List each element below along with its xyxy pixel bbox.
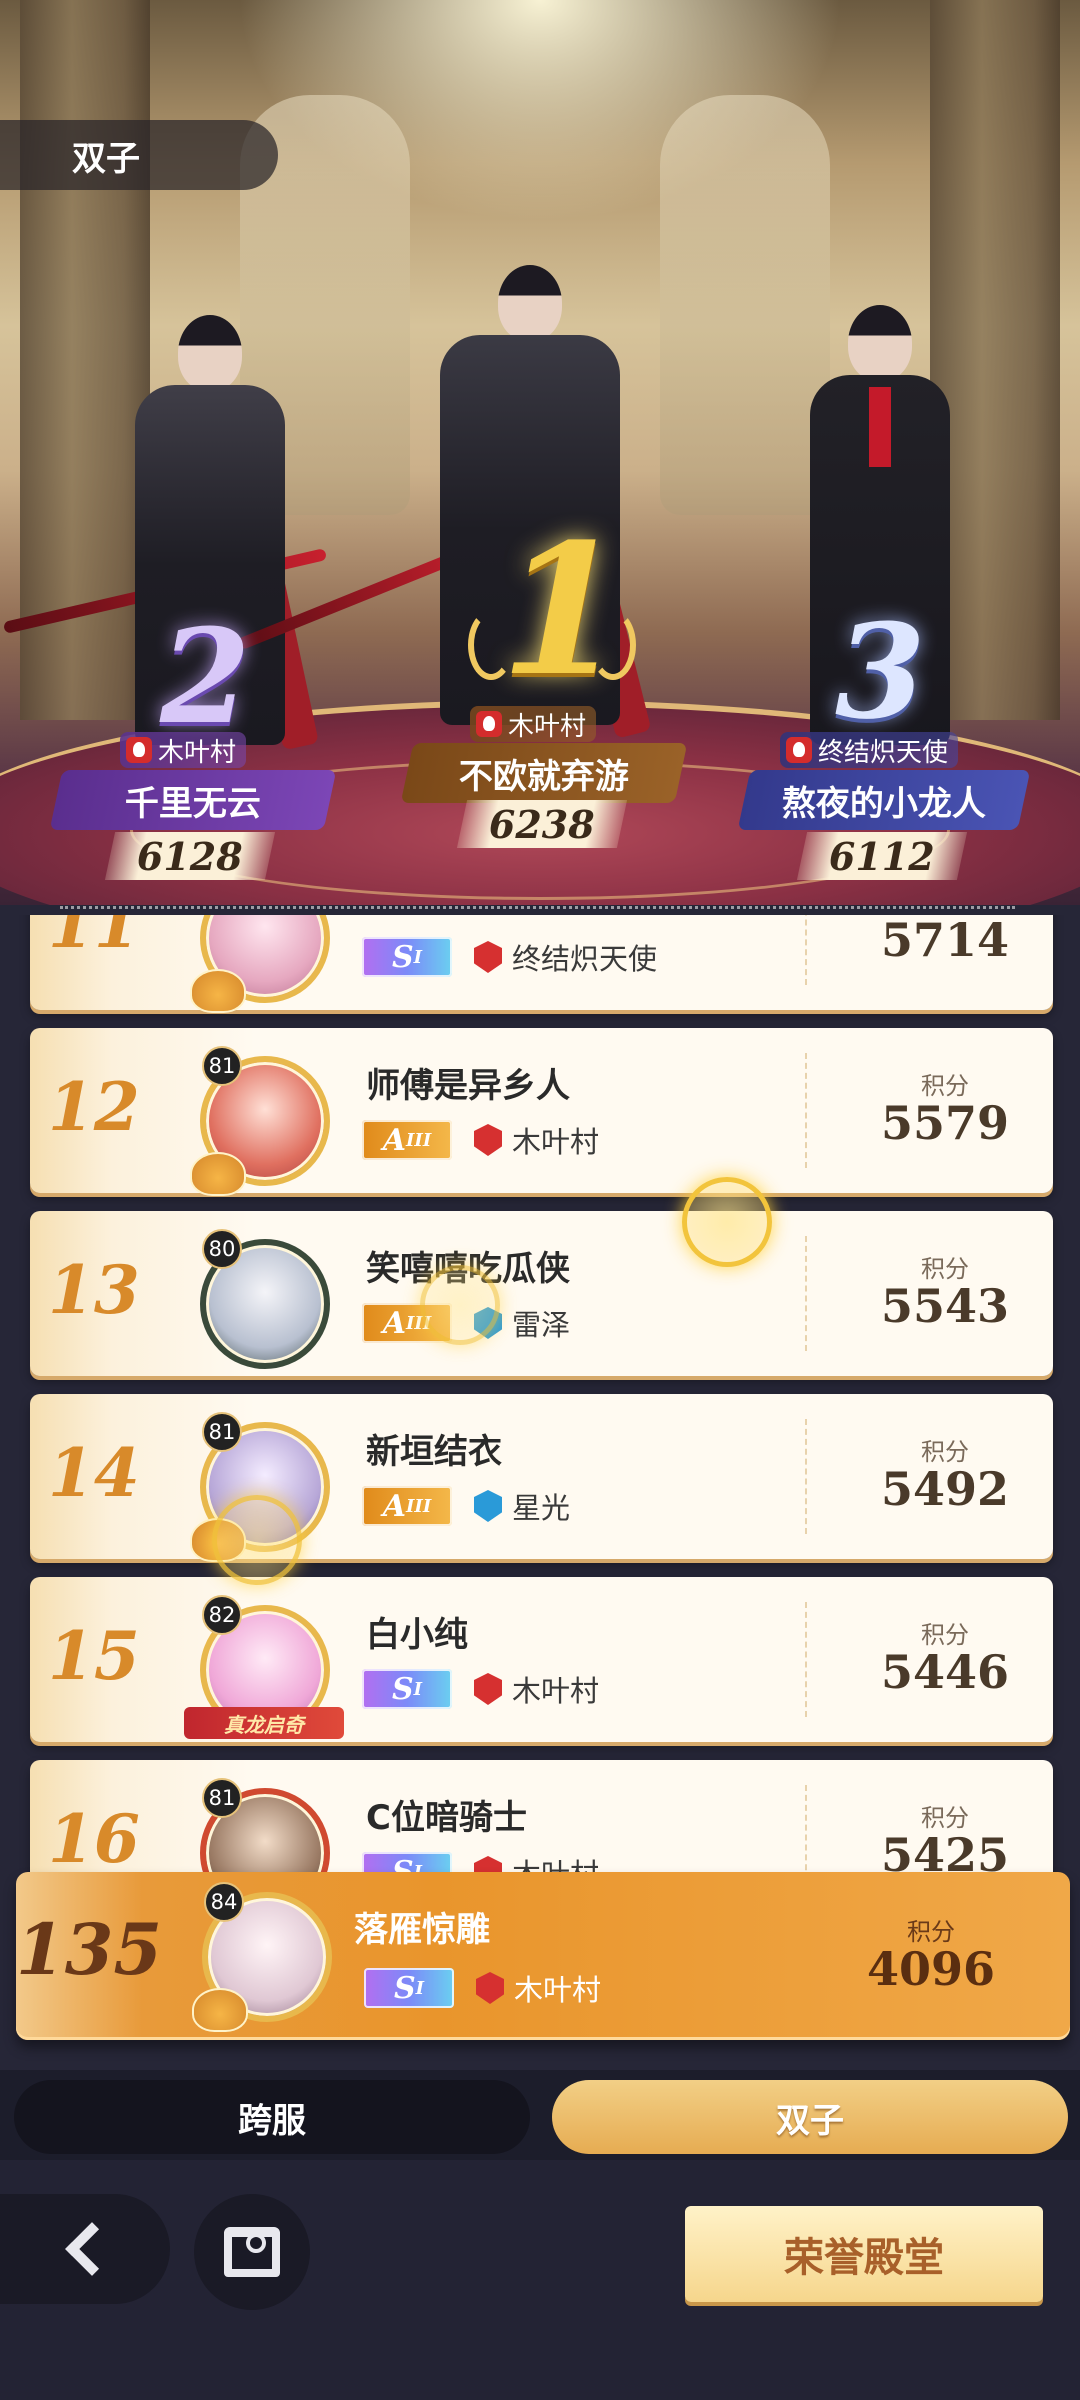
tier-badge: SI <box>362 1669 452 1709</box>
chevron-left-icon <box>65 2222 119 2276</box>
server-tag: 双子 <box>0 120 278 190</box>
paw-icon <box>420 1265 500 1345</box>
divider <box>805 1602 807 1717</box>
score-value: 5579 <box>880 1096 1010 1150</box>
pet-badge-icon <box>190 1152 246 1196</box>
level-badge: 82 <box>202 1595 242 1635</box>
avatar[interactable]: 80 <box>190 1229 340 1379</box>
paw-icon <box>682 1177 772 1267</box>
guild-emblem-icon <box>474 1490 502 1522</box>
guild-flame-icon <box>476 711 502 737</box>
level-badge: 84 <box>204 1882 244 1922</box>
list-item[interactable]: 12 81 师傅是异乡人 A III 木叶村 积分 5579 <box>30 1028 1053 1196</box>
podium-name-1[interactable]: 不欧就弃游 <box>400 743 688 803</box>
frame-ribbon: 真龙启奇 <box>184 1707 344 1739</box>
score-value: 5492 <box>880 1462 1010 1516</box>
pet-badge-icon <box>192 1988 248 2032</box>
list-item[interactable]: 13 80 笑嘻嘻吃瓜侠 AIII 雷泽 积分 5543 <box>30 1211 1053 1376</box>
list-item[interactable]: 14 81 新垣结衣 A III 星光 积分 5492 <box>30 1394 1053 1562</box>
tab-local-server[interactable]: 双子 <box>552 2080 1068 2154</box>
rank-number: 12 <box>48 1068 140 1146</box>
podium-guild-1: 木叶村 <box>470 706 597 742</box>
divider <box>805 1419 807 1534</box>
guild-label: 木叶村 <box>474 1120 599 1160</box>
list-item[interactable]: 15 82 真龙启奇 白小纯 SI 木叶村 积分 5446 <box>30 1577 1053 1742</box>
divider <box>805 915 807 985</box>
bottom-bar: 荣誉殿堂 <box>0 2160 1080 2400</box>
level-badge: 81 <box>202 1778 242 1818</box>
list-item[interactable]: 11 SI 终结炽天使 5714 <box>30 915 1053 1013</box>
guild-flame-icon <box>474 1673 502 1705</box>
guild-flame-icon <box>126 737 152 763</box>
rank-number: 16 <box>48 1800 140 1875</box>
guild-flame-icon <box>474 941 502 973</box>
guild-label: 木叶村 <box>476 1968 601 2008</box>
divider <box>805 1053 807 1168</box>
my-player-name: 落雁惊雕 <box>354 1910 490 1950</box>
ranking-list[interactable]: 11 SI 终结炽天使 5714 12 81 师傅是异乡人 A III 木叶村 积… <box>0 915 1080 1875</box>
my-rank-number: 135 <box>16 1908 163 1991</box>
rank-number: 15 <box>48 1617 140 1695</box>
home-icon <box>224 2227 280 2277</box>
paw-icon <box>212 1495 302 1585</box>
tier-badge: A III <box>362 1486 452 1526</box>
podium-rank-2: 2 <box>160 600 251 753</box>
tier-badge: A III <box>362 1120 452 1160</box>
podium-score-1: 6238 <box>456 800 628 848</box>
level-badge: 81 <box>202 1046 242 1086</box>
guild-label: 星光 <box>474 1486 570 1526</box>
podium-scene: 1 2 3 木叶村 木叶村 终结炽天使 千里无云 不欧就弃游 熬夜的小龙人 61… <box>0 0 1080 905</box>
my-rank-row[interactable]: 135 84 落雁惊雕 SI 木叶村 积分 4096 <box>16 1872 1070 2040</box>
pet-badge-icon <box>190 969 246 1013</box>
guild-flame-icon <box>474 1124 502 1156</box>
avatar[interactable]: 81 <box>190 1778 340 1875</box>
podium-score-3: 6112 <box>796 832 968 880</box>
my-score-value: 4096 <box>866 1942 996 1996</box>
guild-label: 终结炽天使 <box>474 937 657 977</box>
podium-name-2[interactable]: 千里无云 <box>49 770 337 830</box>
score-value: 5446 <box>880 1645 1010 1699</box>
podium-name-3[interactable]: 熬夜的小龙人 <box>737 770 1031 830</box>
divider <box>805 1785 807 1875</box>
rank-number: 14 <box>48 1434 140 1512</box>
level-badge: 80 <box>202 1229 242 1269</box>
home-button[interactable] <box>194 2194 310 2310</box>
guild-flame-icon <box>786 737 812 763</box>
divider <box>60 906 1015 909</box>
podium-rank-1: 1 <box>500 505 626 716</box>
avatar[interactable]: 82 真龙启奇 <box>184 1595 344 1745</box>
tier-badge: SI <box>364 1968 454 2008</box>
tier-badge: SI <box>362 937 452 977</box>
podium-guild-2: 木叶村 <box>120 732 247 768</box>
avatar[interactable]: 81 <box>190 1046 340 1196</box>
guild-flame-icon <box>476 1972 504 2004</box>
player-name: 新垣结衣 <box>366 1432 502 1472</box>
tab-cross-server[interactable]: 跨服 <box>14 2080 530 2154</box>
my-avatar[interactable]: 84 <box>192 1882 342 2032</box>
podium-rank-3: 3 <box>835 595 926 748</box>
divider <box>805 1236 807 1351</box>
server-tabs: 跨服 双子 <box>0 2060 1080 2160</box>
guild-label: 木叶村 <box>474 1669 599 1709</box>
honor-hall-button[interactable]: 荣誉殿堂 <box>685 2206 1043 2302</box>
score-value: 5714 <box>880 915 1010 967</box>
player-name: 师傅是异乡人 <box>366 1066 570 1106</box>
score-value: 5425 <box>880 1828 1010 1875</box>
player-name: C位暗骑士 <box>366 1798 527 1838</box>
rank-number: 11 <box>48 915 140 963</box>
score-value: 5543 <box>880 1279 1010 1333</box>
avatar[interactable] <box>190 915 340 1013</box>
back-button[interactable] <box>0 2194 170 2304</box>
rank-number: 13 <box>48 1251 140 1329</box>
level-badge: 81 <box>202 1412 242 1452</box>
list-item[interactable]: 16 81 C位暗骑士 SI 木叶村 积分 5425 <box>30 1760 1053 1875</box>
player-name: 白小纯 <box>366 1615 468 1655</box>
podium-score-2: 6128 <box>104 832 276 880</box>
podium-guild-3: 终结炽天使 <box>780 732 959 768</box>
